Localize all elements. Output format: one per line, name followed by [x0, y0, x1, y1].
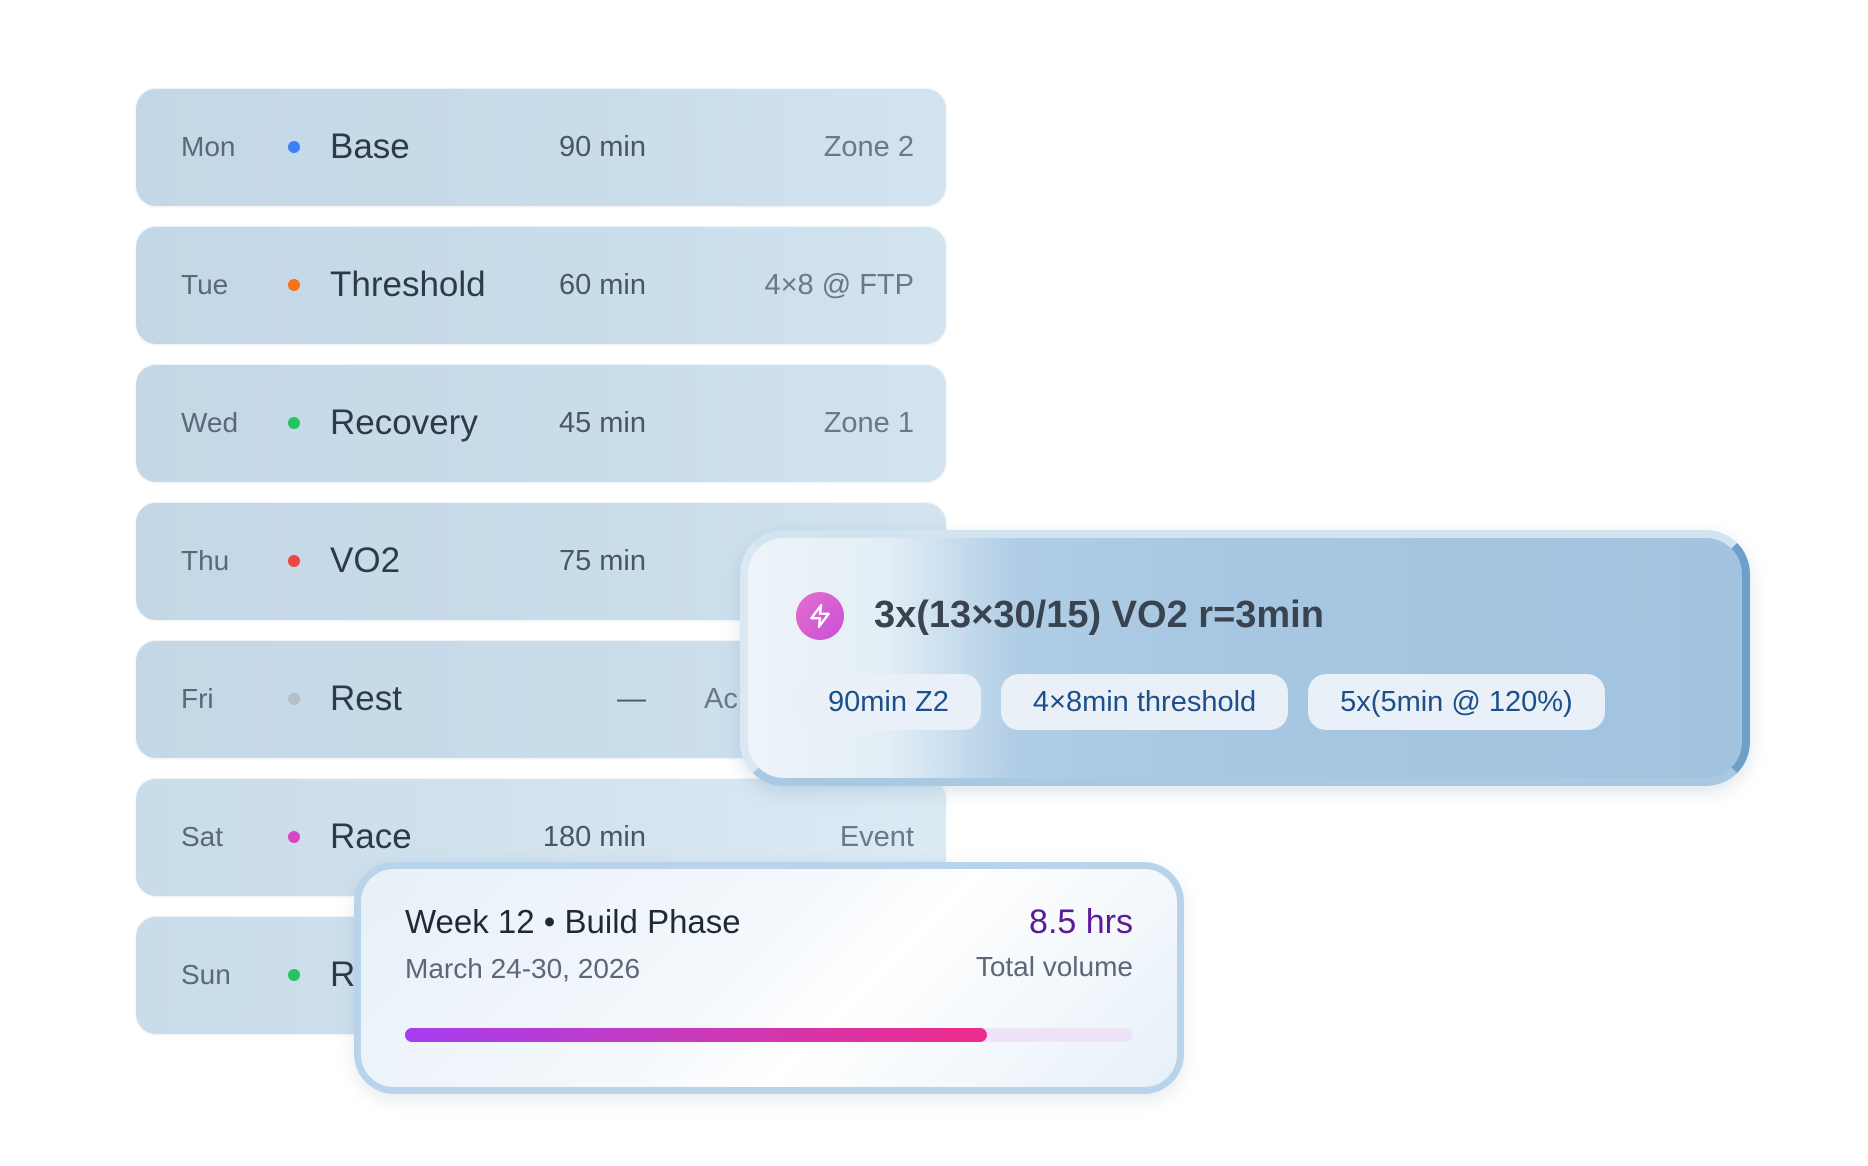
volume-progress-fill [405, 1028, 988, 1042]
total-volume-label: Total volume [975, 951, 1133, 982]
workout-chip[interactable]: 90min Z2 [796, 674, 981, 730]
workout-detail: Ac [704, 683, 738, 715]
workout-chip[interactable]: 5x(5min @ 120%) [1308, 674, 1605, 730]
workout-detail: Zone 1 [823, 407, 914, 439]
workout-name: Rest [330, 679, 402, 718]
day-label: Wed [181, 407, 239, 438]
workout-duration: 90 min [558, 131, 646, 163]
day-label: Fri [181, 683, 214, 714]
workout-name: VO2 [330, 541, 401, 580]
week-title: Week 12 • Build Phase [405, 903, 741, 940]
week-summary-card[interactable]: Week 12 • Build Phase March 24-30, 2026 … [354, 862, 1184, 1094]
workout-type-dot [288, 693, 300, 705]
day-label: Sun [181, 959, 231, 990]
workout-detail: 4×8 @ FTP [764, 269, 914, 301]
total-hours: 8.5 hrs [1029, 903, 1133, 941]
workout-duration: — [617, 683, 646, 715]
workout-type-dot [288, 831, 300, 843]
workout-type-dot [288, 555, 300, 567]
workout-name: R [330, 955, 356, 994]
workout-name: Threshold [330, 265, 486, 304]
day-row-tue[interactable]: Tue Threshold 60 min 4×8 @ FTP [136, 226, 946, 344]
workout-detail: Zone 2 [823, 131, 914, 163]
workout-type-dot [288, 969, 300, 981]
workout-type-dot [288, 279, 300, 291]
workout-type-dot [288, 417, 300, 429]
workout-type-dot [288, 141, 300, 153]
day-label: Tue [181, 269, 229, 300]
workout-name: Base [330, 127, 410, 166]
volume-progress-bar [405, 1028, 1133, 1042]
day-label: Sat [181, 821, 224, 852]
day-row-mon[interactable]: Mon Base 90 min Zone 2 [136, 88, 946, 206]
workout-chip[interactable]: 4×8min threshold [1000, 674, 1289, 730]
lightning-icon [796, 592, 844, 640]
workout-detail-card[interactable]: 3x(13×30/15) VO2 r=3min 90min Z2 4×8min … [740, 530, 1750, 786]
workout-chip-list: 90min Z2 4×8min threshold 5x(5min @ 120%… [796, 674, 1605, 730]
workout-duration: 60 min [558, 269, 646, 301]
week-date-range: March 24-30, 2026 [405, 953, 641, 984]
day-label: Mon [181, 131, 236, 162]
day-row-wed[interactable]: Wed Recovery 45 min Zone 1 [136, 364, 946, 482]
workout-duration: 45 min [558, 407, 646, 439]
day-label: Thu [181, 545, 230, 576]
workout-title: 3x(13×30/15) VO2 r=3min [874, 594, 1324, 636]
workout-name: Recovery [330, 403, 478, 442]
workout-duration: 75 min [558, 545, 646, 577]
